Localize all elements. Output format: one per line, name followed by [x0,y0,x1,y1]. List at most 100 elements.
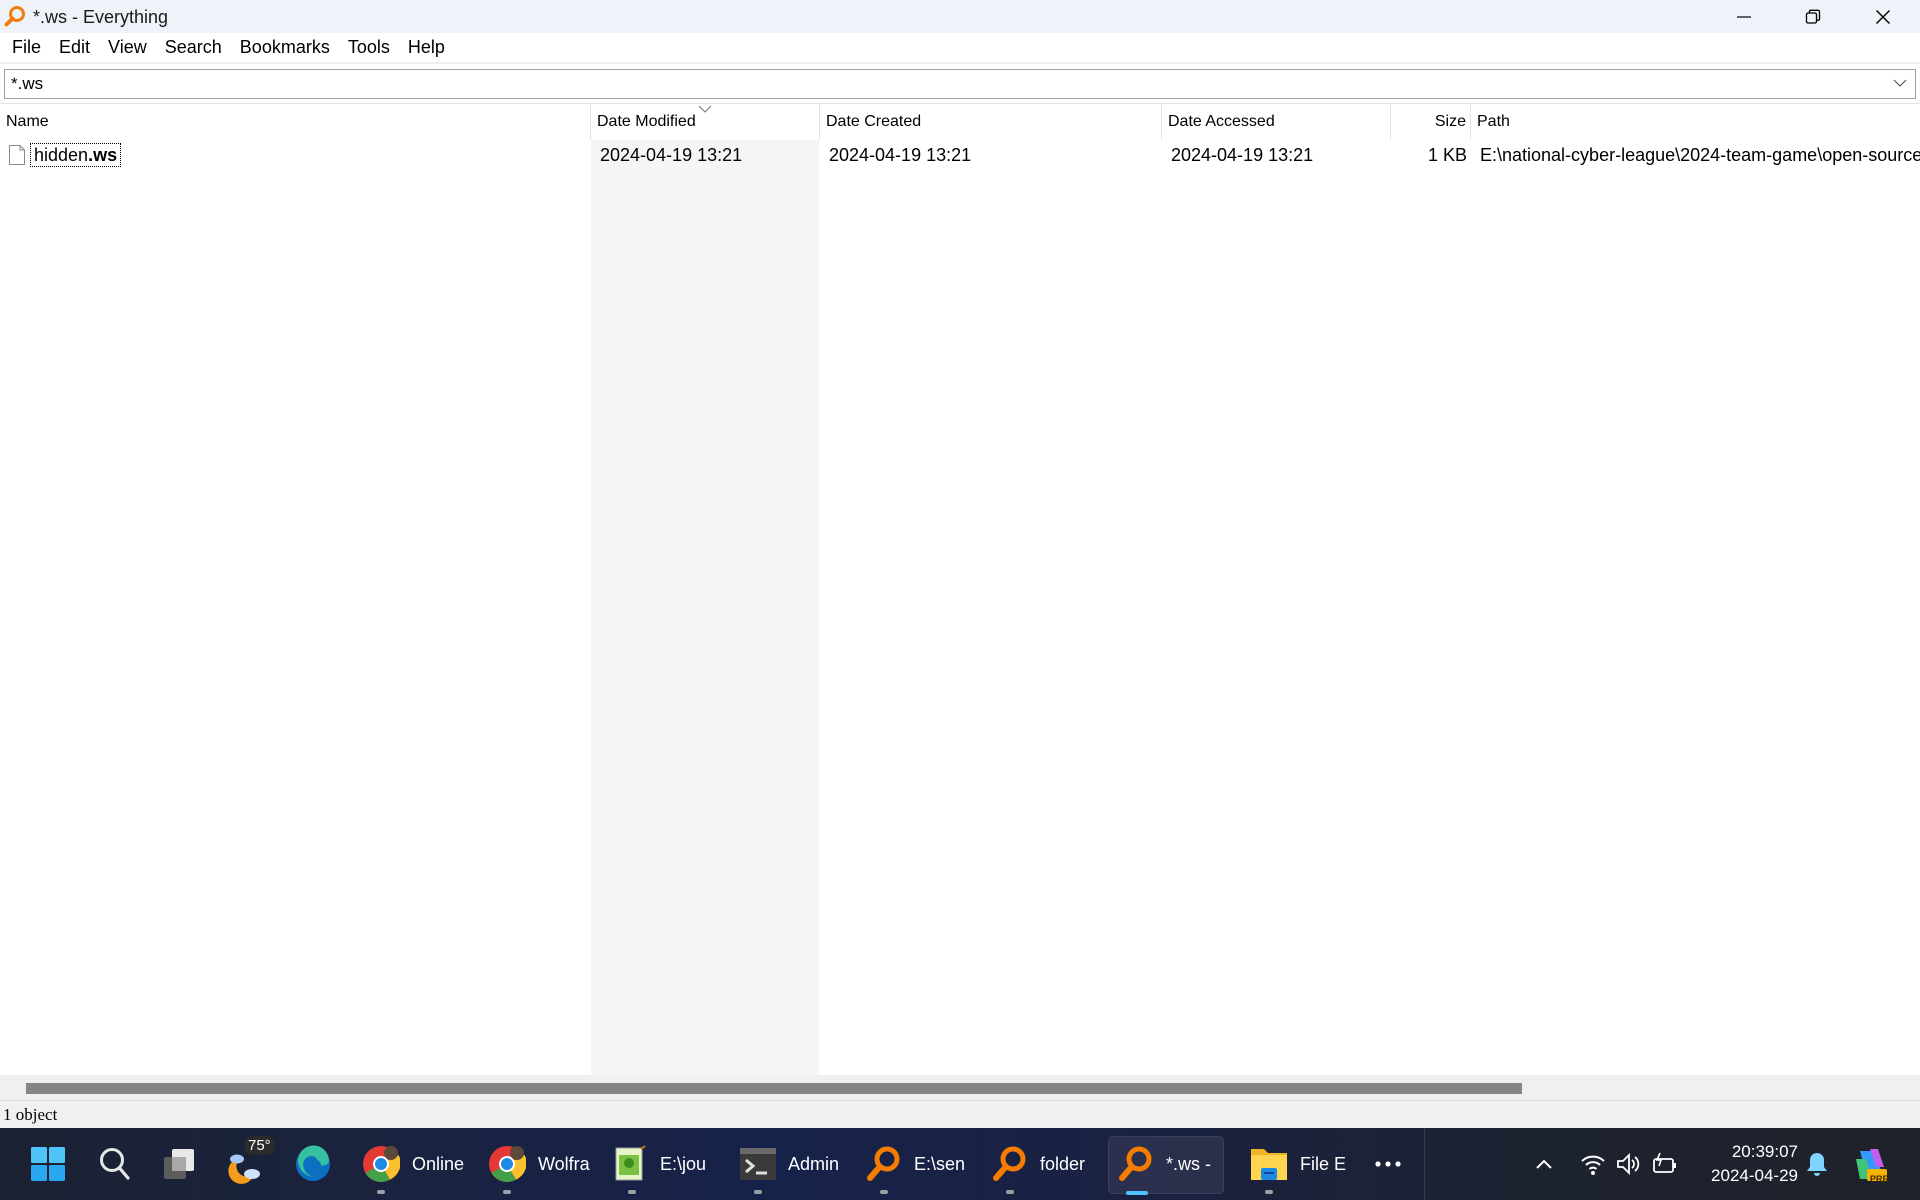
volume-button[interactable] [1616,1128,1642,1200]
taskbar-app-label: E:\jou [660,1153,707,1174]
search-box [4,69,1916,99]
sorted-column-highlight [591,140,819,1075]
taskbar-app-label: File E [1300,1153,1347,1174]
running-indicator [377,1190,385,1194]
everything-magnifier-icon [1119,1146,1152,1181]
more-dots-icon [1375,1161,1401,1167]
wifi-icon [1581,1155,1605,1175]
sort-descending-icon [698,105,712,113]
taskbar-app-everything-ws-active[interactable]: *.ws - [1118,1128,1222,1200]
taskbar-app-notepad-plus-plus[interactable]: E:\jou [614,1128,718,1200]
everything-magnifier-icon [993,1146,1026,1181]
running-indicator [1006,1190,1014,1194]
running-indicator [503,1190,511,1194]
taskbar: 75° Online Wolfra E:\jou Admin E:\sen fo… [0,1128,1920,1200]
task-view-button[interactable] [163,1128,195,1200]
menu-file[interactable]: File [3,33,50,62]
column-header-date-accessed[interactable]: Date Accessed [1162,104,1390,140]
horizontal-scrollbar[interactable] [0,1075,1920,1100]
menu-bar: File Edit View Search Bookmarks Tools He… [0,33,1920,62]
taskbar-app-everything-esen[interactable]: E:\sen [866,1128,970,1200]
status-text: 1 object [3,1105,58,1124]
everything-magnifier-icon [867,1146,900,1181]
everything-magnifier-icon [4,6,25,27]
wifi-button[interactable] [1580,1128,1606,1200]
taskbar-app-chrome-online[interactable]: Online [362,1128,466,1200]
column-header-name[interactable]: Name [0,104,590,140]
minimize-button[interactable] [1709,0,1779,33]
search-history-dropdown[interactable] [1893,78,1907,88]
task-view-icon [164,1149,194,1179]
copilot-preview-badge: PRE [1870,1174,1889,1184]
search-area [0,62,1920,104]
restore-icon [1805,9,1821,24]
file-name[interactable]: hidden.ws [30,143,122,167]
menu-tools[interactable]: Tools [339,33,399,62]
table-row[interactable]: hidden.ws 2024-04-19 13:21 2024-04-19 13… [0,140,1920,170]
running-indicator [754,1190,762,1194]
close-button[interactable] [1848,0,1918,33]
taskbar-app-terminal[interactable]: Admin [740,1128,844,1200]
column-header-row: Name Date Modified Date Created Date Acc… [0,104,1920,140]
menu-help[interactable]: Help [399,33,454,62]
taskbar-search-button[interactable] [98,1128,132,1200]
notification-bell-icon [1807,1153,1827,1176]
menu-view[interactable]: View [99,33,156,62]
taskbar-app-label: Admin [788,1153,840,1174]
menu-search[interactable]: Search [156,33,231,62]
weather-widget[interactable]: 75° [226,1128,275,1200]
show-hidden-icons-button[interactable] [1535,1128,1553,1200]
search-input[interactable] [11,72,1871,96]
clock-date: 2024-04-29 [1711,1166,1798,1185]
taskbar-app-label: *.ws - [1166,1153,1211,1174]
cell-path: E:\national-cyber-league\2024-team-game\… [1480,145,1920,165]
menu-bookmarks[interactable]: Bookmarks [231,33,339,62]
tray-separator [1424,1128,1425,1200]
battery-charging-icon [1653,1152,1676,1173]
battery-button[interactable] [1652,1128,1678,1200]
everything-window: *.ws - Everything File Edit View Search … [0,0,1920,1200]
taskbar-app-label: E:\sen [914,1153,964,1174]
search-icon [100,1148,130,1180]
chrome-icon [363,1146,400,1183]
status-bar: 1 object [0,1100,1920,1128]
terminal-icon [740,1148,776,1180]
volume-icon [1617,1152,1640,1176]
column-header-path[interactable]: Path [1471,104,1920,140]
file-icon [9,145,25,165]
restore-button[interactable] [1778,0,1848,33]
active-indicator [1126,1191,1148,1195]
file-name-base: hidden [34,145,89,165]
weather-temperature: 75° [244,1136,275,1155]
results-list[interactable]: Name Date Modified Date Created Date Acc… [0,104,1920,1075]
minimize-icon [1737,15,1751,18]
system-clock[interactable]: 20:39:07 2024-04-29 [1711,1140,1798,1188]
cell-date-created: 2024-04-19 13:21 [829,145,972,165]
window-title: *.ws - Everything [33,7,169,27]
column-header-date-created[interactable]: Date Created [820,104,1161,140]
menu-edit[interactable]: Edit [50,33,99,62]
scrollbar-thumb[interactable] [26,1083,1522,1094]
start-button[interactable] [30,1128,66,1200]
taskbar-app-file-explorer[interactable]: File E [1250,1128,1354,1200]
taskbar-app-label: folder [1040,1153,1086,1174]
cell-date-accessed: 2024-04-19 13:21 [1171,145,1314,165]
taskbar-overflow-button[interactable] [1374,1128,1402,1200]
windows-start-icon [31,1147,65,1181]
clock-time: 20:39:07 [1731,1142,1798,1161]
notepad-plus-plus-icon [615,1145,646,1181]
notifications-button[interactable] [1806,1128,1828,1200]
taskbar-app-chrome-wolfram[interactable]: Wolfra [488,1128,592,1200]
chevron-up-icon [1536,1159,1552,1169]
column-header-size[interactable]: Size [1391,104,1470,140]
file-name-ext-match: .ws [88,145,118,165]
taskbar-app-label: Wolfra [538,1153,590,1174]
cell-name: hidden.ws [0,140,590,170]
taskbar-app-label: Online [412,1153,464,1174]
running-indicator [1265,1190,1273,1194]
close-icon [1876,9,1890,24]
copilot-button[interactable]: PRE [1852,1128,1889,1200]
cell-size: 1 KB [1427,145,1467,165]
taskbar-app-everything-folder[interactable]: folder [992,1128,1096,1200]
taskbar-edge[interactable] [295,1128,331,1200]
